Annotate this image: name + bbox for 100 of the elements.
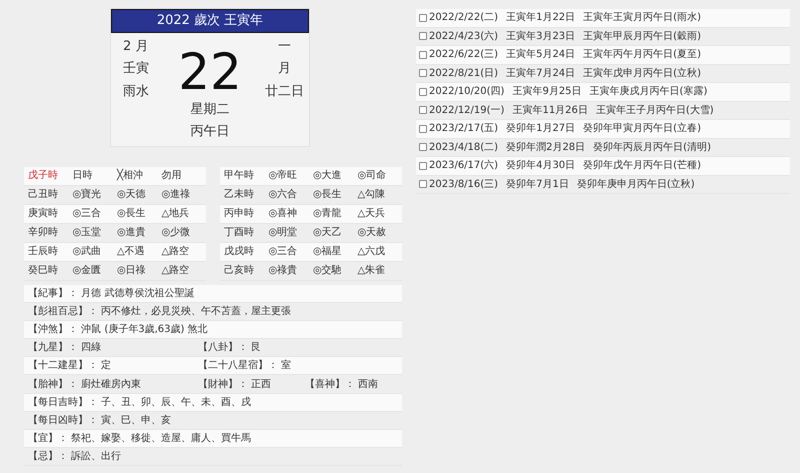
hour-name: 丁酉時 [224, 226, 255, 240]
hour-omen: △路空 [162, 264, 190, 278]
hour-omen: ◎六合 [268, 188, 298, 202]
checkbox[interactable] [419, 50, 427, 59]
hour-name: 甲午時 [224, 168, 255, 183]
field-value: ： 廚灶碓房內東 [68, 378, 142, 390]
hour-omen: ◎青龍 [313, 206, 343, 221]
hour-omen: ◎長生 [313, 188, 343, 202]
lunar-month: 一 [278, 38, 291, 56]
month-ganzhi: 壬寅 [122, 60, 149, 78]
hour-omen: △地兵 [162, 206, 190, 221]
ganzhi-text: 王寅年甲辰月丙午日(穀雨) [583, 30, 701, 44]
field-value: ： 艮 [238, 342, 262, 354]
field-label: 【九星】 [28, 342, 68, 354]
hour-omen: △六戊 [358, 244, 386, 259]
hour-omen: ◎進祿 [162, 188, 192, 202]
field-label: 【宜】 [28, 433, 58, 444]
solar-term: 雨水 [122, 82, 149, 100]
ganzhi-text: 王寅年庚戌月丙午日(寒露) [590, 84, 708, 100]
checkbox[interactable] [419, 106, 427, 114]
date-text: 2022/12/19(一) [429, 104, 504, 118]
hour-omen: ◎金匱 [72, 264, 102, 278]
ganzhi-text: 王寅年丙午月丙午日(夏至) [583, 48, 701, 62]
hour-omen: ◎司命 [358, 169, 388, 183]
hour-omen: △天兵 [358, 206, 386, 221]
field-label: 【每日吉時】 [28, 396, 88, 408]
ganzhi-text: 癸卯年甲寅月丙午日(立春) [583, 122, 701, 136]
field-value: ： 丙不修灶，必見災殃、午不苫蓋，屋主更張 [88, 306, 292, 317]
hour-omen: ◎喜神 [268, 206, 298, 221]
field-label: 【紀事】 [28, 288, 68, 299]
lunar-date: 癸卯年4月30日 [506, 158, 576, 174]
checkbox[interactable] [419, 32, 427, 40]
hour-omen: ◎福星 [313, 244, 343, 259]
year-header: 2022 歲次 王寅年 [111, 9, 309, 32]
lunar-date: 王寅年1月22日 [506, 10, 576, 26]
hour-name: 戊子時 [28, 168, 59, 183]
checkbox[interactable] [419, 14, 427, 22]
field-value: ： 寅、巳、申、亥 [88, 414, 172, 426]
ganzhi-text: 癸卯年庚申月丙午日(立秋) [576, 178, 695, 192]
hour-omen: △不遇 [117, 245, 146, 259]
ganzhi-text: 王寅年王子月丙午日(大雪) [596, 104, 714, 118]
hour-omen: ◎玉堂 [72, 226, 102, 240]
field-value: ： 月德 武德尊侯沈祖公聖誕 [68, 288, 194, 299]
day-number: 22 [178, 42, 242, 96]
date-text: 2023/8/16(三) [429, 178, 498, 192]
checkbox[interactable] [419, 69, 427, 78]
hour-name: 己丑時 [28, 188, 59, 202]
hour-omen: ◎明堂 [268, 226, 298, 240]
checkbox[interactable] [419, 88, 427, 96]
field-label: 【八卦】 [198, 342, 238, 354]
hour-omen: ◎天德 [117, 188, 147, 202]
hour-name: 庚寅時 [28, 206, 59, 221]
lunar-date: 癸卯年1月27日 [506, 122, 576, 136]
checkbox[interactable] [419, 143, 427, 152]
checkbox[interactable] [419, 180, 427, 188]
field-label: 【喜神】 [305, 378, 345, 390]
hour-omen: ╳相沖 [117, 168, 144, 183]
lunar-date: 癸卯年潤2月28日 [506, 140, 586, 155]
field-label: 【每日凶時】 [28, 414, 88, 426]
lunar-date: 王寅年3月23日 [506, 30, 576, 44]
ganzhi-text: 王寅年戊申月丙午日(立秋) [583, 66, 701, 81]
hour-name: 辛卯時 [28, 226, 59, 240]
lunar-date: 王寅年7月24日 [506, 66, 576, 81]
field-value: ： 定 [88, 360, 112, 372]
hour-omen: ◎三合 [268, 245, 298, 259]
hour-omen: △朱雀 [358, 264, 386, 278]
hour-name: 乙未時 [224, 188, 255, 202]
hour-name: 癸巳時 [28, 264, 59, 278]
field-value: ： 四綠 [68, 342, 102, 354]
field-value: ： 室 [268, 360, 292, 372]
hour-omen: 勿用 [162, 169, 182, 183]
ganzhi-text: 癸卯年戊午月丙午日(芒種) [583, 158, 701, 174]
weekday: 星期二 [190, 100, 230, 118]
checkbox[interactable] [419, 162, 427, 170]
checkbox[interactable] [419, 124, 427, 133]
hour-name: 戊戌時 [224, 244, 255, 259]
hour-omen: ◎日祿 [117, 264, 147, 278]
hour-omen: 日時 [72, 168, 94, 183]
field-label: 【十二建星】 [28, 360, 88, 372]
date-text: 2022/6/22(三) [429, 48, 498, 62]
field-value: ： 子、丑、卯、辰、午、未、酉、戌 [88, 396, 252, 408]
hour-omen: ◎長生 [117, 206, 147, 221]
hour-omen: ◎武曲 [72, 244, 102, 259]
date-text: 2022/10/20(四) [429, 85, 504, 100]
field-label: 【彭祖百忌】 [28, 306, 88, 317]
date-text: 2022/2/22(二) [429, 11, 498, 26]
hour-omen: ◎少微 [162, 226, 192, 240]
hour-omen: △勾陳 [358, 188, 386, 202]
hour-omen: △路空 [162, 244, 190, 259]
hour-omen: ◎天赦 [358, 226, 388, 240]
date-text: 2023/2/17(五) [429, 122, 498, 136]
hour-omen: ◎大進 [313, 168, 343, 183]
hour-name: 己亥時 [224, 264, 255, 278]
day-ganzhi: 丙午日 [190, 123, 230, 141]
field-label: 【忌】 [28, 451, 58, 462]
lunar-month: 月 [278, 60, 291, 78]
field-value: ： 沖鼠 (庚子年3歲,63歲) 煞北 [68, 324, 208, 335]
field-label: 【財神】 [198, 378, 238, 390]
hour-omen: ◎祿貴 [268, 264, 298, 278]
ganzhi-text: 癸卯年丙辰月丙午日(清明) [593, 140, 711, 155]
